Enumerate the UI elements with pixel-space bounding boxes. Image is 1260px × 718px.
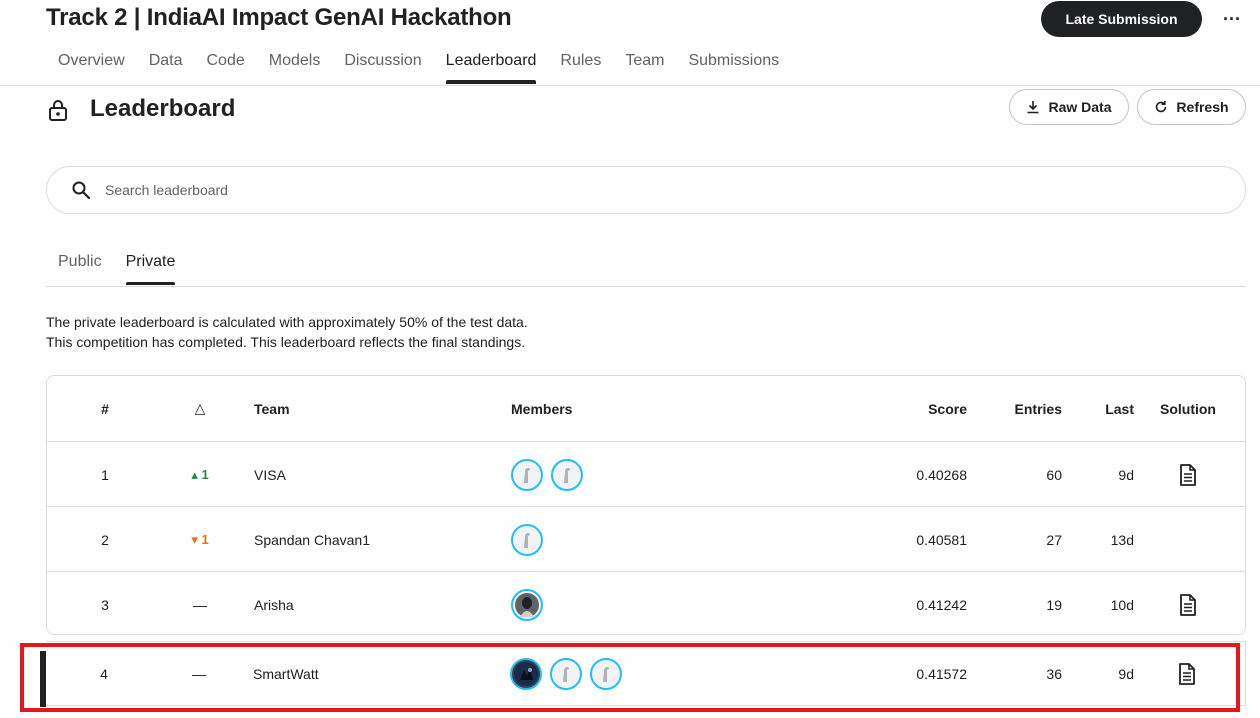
download-icon xyxy=(1027,101,1039,114)
members-cell xyxy=(511,442,583,507)
tab-models[interactable]: Models xyxy=(269,52,321,84)
tab-rules[interactable]: Rules xyxy=(560,52,601,84)
info-line-1: The private leaderboard is calculated wi… xyxy=(46,314,528,330)
search-bar[interactable] xyxy=(46,166,1246,214)
tab-leaderboard[interactable]: Leaderboard xyxy=(445,52,536,84)
search-icon xyxy=(72,181,91,200)
solution-cell xyxy=(1157,572,1219,637)
score-cell: 0.41242 xyxy=(916,596,967,613)
rank-cell: 1 xyxy=(101,466,109,483)
rank-cell: 3 xyxy=(101,596,109,613)
leaderboard-info: The private leaderboard is calculated wi… xyxy=(46,312,528,352)
document-icon[interactable] xyxy=(1179,463,1197,486)
last-cell: 13d xyxy=(1110,531,1134,548)
tab-overview[interactable]: Overview xyxy=(58,52,125,84)
tabs-divider xyxy=(46,286,1246,287)
page-title: Leaderboard xyxy=(90,95,236,122)
column-team[interactable]: Team xyxy=(254,376,290,441)
delta-none: — xyxy=(193,596,207,613)
refresh-button[interactable]: Refresh xyxy=(1137,89,1246,125)
team-name[interactable]: Spandan Chavan1 xyxy=(254,507,370,572)
tab-team[interactable]: Team xyxy=(625,52,664,84)
raw-data-button[interactable]: Raw Data xyxy=(1009,89,1129,125)
default-avatar-icon xyxy=(524,467,530,483)
avatar[interactable] xyxy=(511,458,543,491)
tab-public[interactable]: Public xyxy=(58,253,102,285)
raw-data-label: Raw Data xyxy=(1048,99,1112,115)
avatar[interactable] xyxy=(551,458,583,491)
column-solution: Solution xyxy=(1160,400,1216,417)
members-cell xyxy=(511,572,543,637)
avatar[interactable] xyxy=(511,523,543,556)
default-avatar-icon xyxy=(564,467,570,483)
tab-code[interactable]: Code xyxy=(206,52,244,84)
info-line-2: This competition has completed. This lea… xyxy=(46,334,526,350)
refresh-icon xyxy=(1156,101,1167,113)
column-last[interactable]: Last xyxy=(1105,376,1134,441)
user-photo-icon xyxy=(515,592,539,617)
search-input[interactable] xyxy=(103,181,1107,199)
table-row[interactable]: 3 — Arisha 0.41242 19 10d xyxy=(47,571,1245,637)
competition-nav: Overview Data Code Models Discussion Lea… xyxy=(58,52,803,84)
team-name[interactable]: VISA xyxy=(254,442,286,507)
table-header: # △ Team Members Score Entries Last Solu… xyxy=(47,376,1245,441)
delta-up: ▴ 1 xyxy=(191,466,209,482)
late-submission-button[interactable]: Late Submission xyxy=(1041,1,1202,37)
lock-icon xyxy=(49,100,67,121)
members-cell xyxy=(511,507,543,572)
column-rank[interactable]: # xyxy=(87,376,123,441)
column-score[interactable]: Score xyxy=(928,376,967,441)
table-row[interactable]: 2 ▾ 1 Spandan Chavan1 0.40581 27 13d xyxy=(47,506,1245,572)
table-row[interactable]: 1 ▴ 1 VISA 0.40268 60 9d xyxy=(47,441,1245,507)
more-options-icon[interactable]: ··· xyxy=(1219,5,1245,33)
last-cell: 10d xyxy=(1110,596,1134,613)
avatar[interactable] xyxy=(511,588,543,621)
tab-data[interactable]: Data xyxy=(149,52,183,84)
entries-cell: 60 xyxy=(1046,466,1062,483)
rank-cell: 2 xyxy=(101,531,109,548)
document-icon[interactable] xyxy=(1179,593,1197,616)
refresh-label: Refresh xyxy=(1176,99,1229,115)
highlight-annotation xyxy=(20,643,1240,712)
column-delta[interactable]: △ xyxy=(182,376,218,441)
competition-title: Track 2 | IndiaAI Impact GenAI Hackathon xyxy=(46,4,512,31)
team-name[interactable]: Arisha xyxy=(254,572,294,637)
solution-cell xyxy=(1157,442,1219,507)
score-cell: 0.40581 xyxy=(916,531,967,548)
entries-cell: 19 xyxy=(1046,596,1062,613)
nav-divider xyxy=(0,85,1260,86)
entries-cell: 27 xyxy=(1046,531,1062,548)
leaderboard-table: # △ Team Members Score Entries Last Solu… xyxy=(46,375,1246,635)
score-cell: 0.40268 xyxy=(916,466,967,483)
tab-submissions[interactable]: Submissions xyxy=(688,52,779,84)
column-members: Members xyxy=(511,400,573,417)
tab-private[interactable]: Private xyxy=(125,253,175,285)
default-avatar-icon xyxy=(524,532,530,548)
leaderboard-tabs: Public Private xyxy=(58,253,199,285)
delta-down: ▾ 1 xyxy=(191,531,209,547)
column-entries[interactable]: Entries xyxy=(1015,376,1062,441)
last-cell: 9d xyxy=(1118,466,1134,483)
tab-discussion[interactable]: Discussion xyxy=(344,52,421,84)
